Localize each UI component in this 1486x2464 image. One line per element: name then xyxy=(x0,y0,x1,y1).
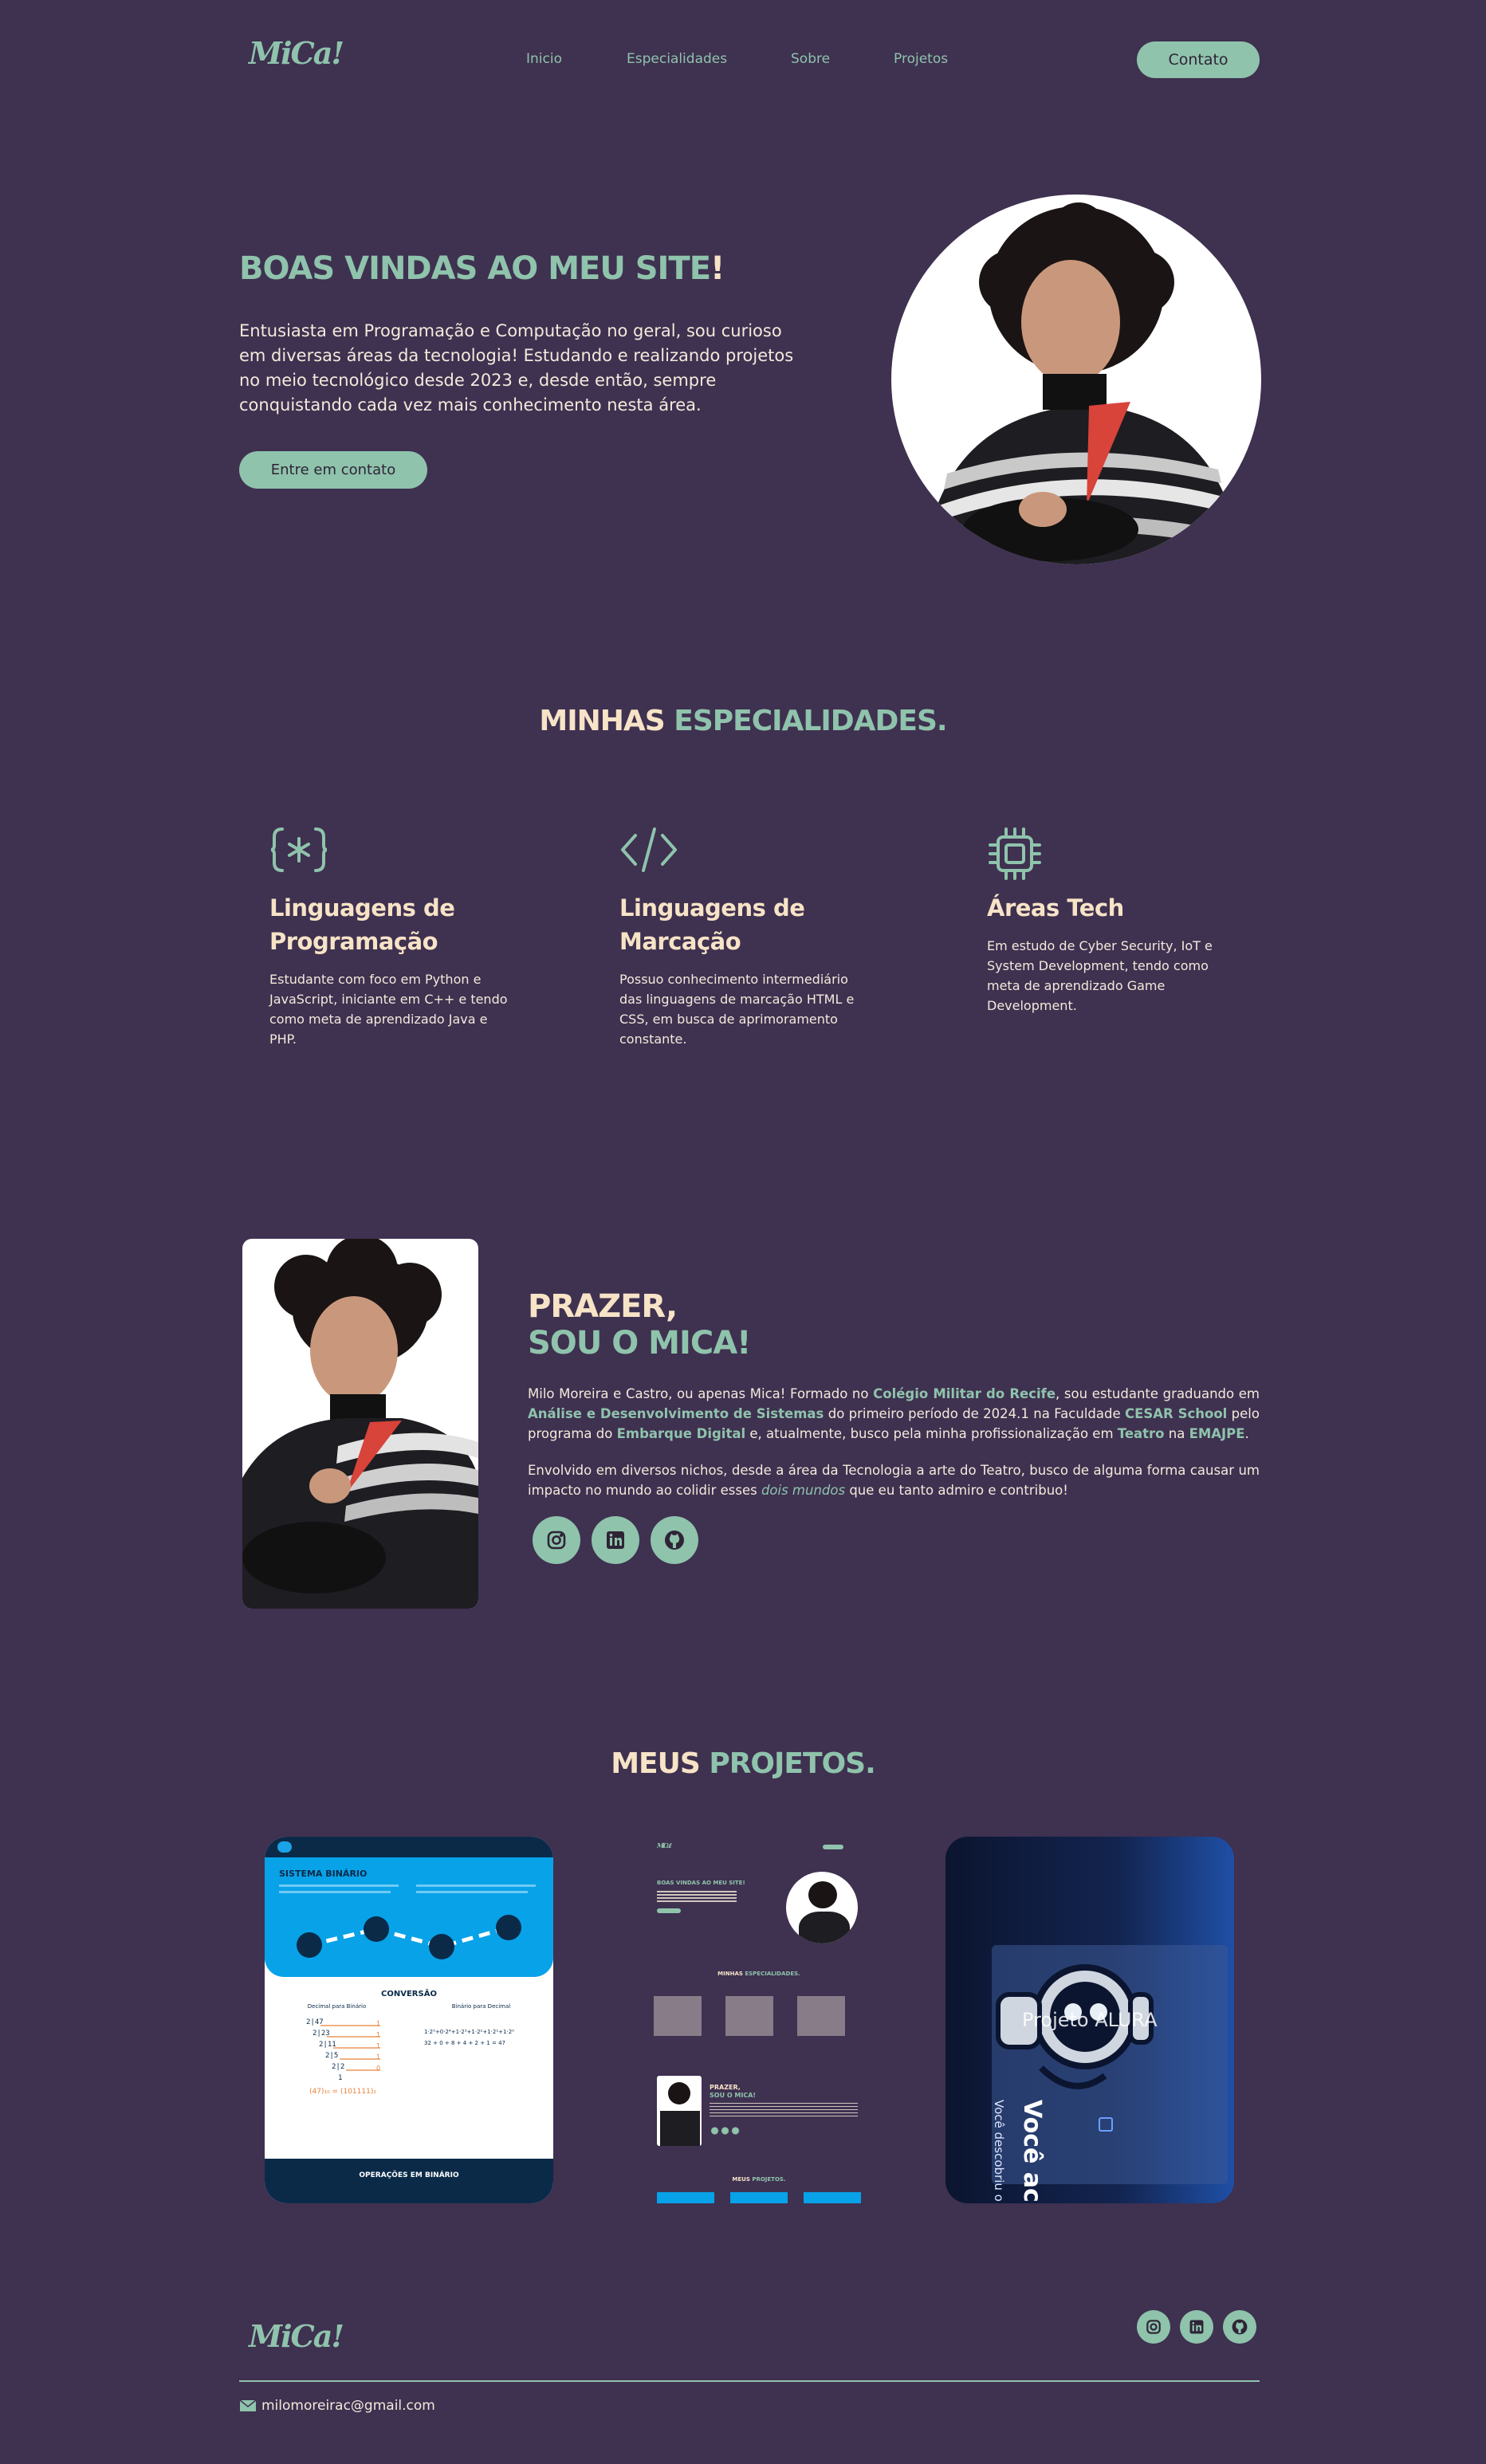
svg-text:1: 1 xyxy=(338,2074,342,2082)
about-title: PRAZER, SOU O MICA! xyxy=(528,1288,751,1362)
nav-link-inicio[interactable]: Inicio xyxy=(526,51,562,67)
about-instagram-button[interactable] xyxy=(533,1516,580,1564)
specialties-title-a: MINHAS xyxy=(539,705,665,737)
linkedin-icon xyxy=(607,1531,624,1549)
nav-link-especialidades[interactable]: Especialidades xyxy=(627,51,727,67)
projects-title-a: MEUS xyxy=(611,1747,701,1780)
svg-text:2|2: 2|2 xyxy=(332,2063,344,2071)
project-binary-hero: SISTEMA BINÁRIO xyxy=(265,1857,553,1977)
specialties-title-b: ESPECIALIDADES. xyxy=(674,705,947,737)
specialty-text: Possuo conhecimento intermediário das li… xyxy=(619,972,855,1047)
project-site-mini-about-text xyxy=(710,2103,858,2119)
hero-title-main: BOAS VINDAS AO MEU SITE xyxy=(239,250,711,287)
svg-text:0: 0 xyxy=(376,2065,380,2072)
about-title-line1: PRAZER, xyxy=(528,1288,678,1325)
code-braces-asterisk-icon xyxy=(269,826,517,883)
github-icon xyxy=(665,1531,684,1550)
svg-text:2|11: 2|11 xyxy=(319,2041,336,2049)
code-tag-icon xyxy=(619,826,867,883)
project-card-personal-site[interactable]: MiCa! BOAS VINDAS AO MEU SITE! MINHAS ES… xyxy=(644,1837,933,2203)
hero-cta-button[interactable]: Entre em contato xyxy=(239,451,427,489)
project-site-mini-logo: MiCa! xyxy=(657,1841,672,1849)
svg-text:1: 1 xyxy=(376,2031,380,2038)
project-site-mini-hero: BOAS VINDAS AO MEU SITE! xyxy=(657,1880,745,1886)
about-paragraph-2: Envolvido em diversos nichos, desde a ár… xyxy=(528,1463,1260,1498)
project-binary-footer: OPERAÇÕES EM BINÁRIO xyxy=(265,2159,553,2203)
specialty-title: Áreas Tech xyxy=(987,894,1124,922)
about-github-button[interactable] xyxy=(651,1516,698,1564)
specialty-text: Estudante com foco em Python e JavaScrip… xyxy=(269,972,508,1047)
about-profile-photo xyxy=(242,1239,478,1609)
project-site-mini-photo xyxy=(786,1872,858,1943)
project-site-mini-socials xyxy=(710,2127,741,2135)
project-site-mini-contact xyxy=(823,1845,843,1849)
site-logo[interactable]: MiCa! xyxy=(249,35,344,71)
specialty-card-tech: Áreas Tech Em estudo de Cyber Security, … xyxy=(987,826,1234,1016)
footer-email[interactable]: milomoreirac@gmail.com xyxy=(239,2398,435,2414)
svg-text:1: 1 xyxy=(376,2053,380,2061)
svg-text:32 + 0 + 8 + 4 + 2 + 1 = 47: 32 + 0 + 8 + 4 + 2 + 1 = 47 xyxy=(424,2040,505,2046)
project-alura-big-text: Você ac xyxy=(1018,2100,1046,2203)
contact-button[interactable]: Contato xyxy=(1137,41,1260,78)
hero-title: BOAS VINDAS AO MEU SITE! xyxy=(239,250,725,287)
project-site-mini-spec-title: MINHAS ESPECIALIDADES. xyxy=(717,1971,800,1977)
project-site-mini-about-photo xyxy=(657,2076,702,2146)
project-site-mini-cta xyxy=(657,1908,681,1913)
about-linkedin-button[interactable] xyxy=(592,1516,639,1564)
project-site-mini-about-title: PRAZER, SOU O MICA! xyxy=(710,2084,757,2099)
instagram-icon xyxy=(1146,2320,1161,2334)
project-binary-dec-label: Decimal para Binário xyxy=(307,2003,367,2010)
footer-instagram-button[interactable] xyxy=(1137,2310,1170,2344)
project-site-mini-spec-cards xyxy=(654,1996,864,2036)
project-binary-division-figure: 2|47 2|23 2|11 2|5 2|2 1 1 1 1 1 0 1·2⁵+0·2⁴+1·2… xyxy=(306,2018,514,2082)
cursor-icon xyxy=(1099,2117,1113,2132)
about-title-line2: SOU O MICA! xyxy=(528,1325,751,1362)
footer-github-button[interactable] xyxy=(1223,2310,1256,2344)
specialty-title: Linguagens de Programação xyxy=(269,894,455,955)
project-binary-conversion: CONVERSÃO xyxy=(381,1990,437,1998)
project-site-mini-proj-cards xyxy=(657,2192,861,2203)
hero-title-bang: ! xyxy=(710,250,725,287)
project-binary-bin-label: Binário para Decimal xyxy=(451,2003,511,2010)
project-alura-sub-text: Você descobriu o r xyxy=(992,2100,1006,2203)
footer-logo[interactable]: MiCa! xyxy=(249,2318,344,2354)
projects-title-b: PROJETOS. xyxy=(709,1747,875,1780)
hero-text: Entusiasta em Programação e Computação n… xyxy=(239,321,794,415)
footer-divider xyxy=(239,2380,1260,2382)
svg-text:1: 1 xyxy=(376,2020,380,2027)
svg-text:1: 1 xyxy=(376,2042,380,2049)
specialty-card-markup: Linguagens de Marcação Possuo conhecimen… xyxy=(619,826,867,1049)
project-binary-logo xyxy=(277,1841,292,1853)
project-card-alura[interactable]: Projeto ALURA Você ac Você descobriu o r xyxy=(945,1837,1234,2203)
project-site-mini: MiCa! BOAS VINDAS AO MEU SITE! MINHAS ES… xyxy=(654,1837,864,2203)
specialty-card-programming: Linguagens de Programação Estudante com … xyxy=(269,826,517,1049)
specialty-title: Linguagens de Marcação xyxy=(619,894,805,955)
svg-text:2|5: 2|5 xyxy=(325,2052,338,2060)
nav-link-projetos[interactable]: Projetos xyxy=(894,51,948,67)
svg-text:2|23: 2|23 xyxy=(313,2030,330,2038)
svg-text:1·2⁵+0·2⁴+1·2³+1·2²+1·2¹+1·2⁰: 1·2⁵+0·2⁴+1·2³+1·2²+1·2¹+1·2⁰ xyxy=(424,2029,514,2035)
footer-email-text[interactable]: milomoreirac@gmail.com xyxy=(261,2398,435,2414)
about-paragraph-1: Milo Moreira e Castro, ou apenas Mica! F… xyxy=(528,1386,1260,1441)
project-site-mini-hero-text xyxy=(657,1891,737,1904)
project-card-binary-system[interactable]: SISTEMA BINÁRIO CONVERSÃO Decimal para B… xyxy=(265,1837,553,2203)
cpu-chip-icon xyxy=(987,826,1234,883)
project-binary-nav xyxy=(265,1837,553,1857)
projects-title: MEUS PROJETOS. xyxy=(0,1747,1486,1780)
github-icon xyxy=(1232,2319,1248,2335)
project-alura-label: Projeto ALURA xyxy=(1022,2009,1158,2031)
project-binary-ops: OPERAÇÕES EM BINÁRIO xyxy=(359,2171,459,2179)
nav-link-sobre[interactable]: Sobre xyxy=(791,51,830,67)
envelope-icon xyxy=(239,2399,257,2411)
svg-text:2|47: 2|47 xyxy=(306,2018,324,2026)
linkedin-icon xyxy=(1189,2320,1204,2334)
specialties-title: MINHAS ESPECIALIDADES. xyxy=(0,705,1486,737)
project-site-mini-proj-title: MEUS PROJETOS. xyxy=(732,2176,786,2183)
instagram-icon xyxy=(547,1531,566,1550)
footer-linkedin-button[interactable] xyxy=(1180,2310,1213,2344)
specialty-text: Em estudo de Cyber Security, IoT e Syste… xyxy=(987,938,1213,1013)
hero-profile-photo xyxy=(891,195,1261,564)
